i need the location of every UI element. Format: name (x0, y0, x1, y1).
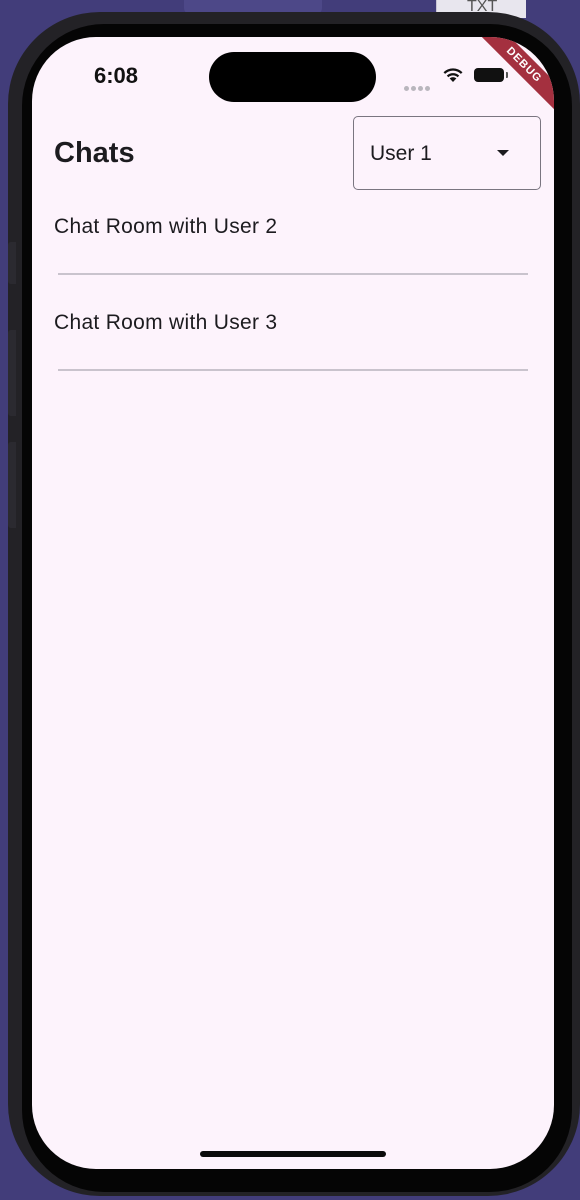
wifi-icon (443, 68, 463, 82)
volume-up-button (8, 330, 16, 416)
chat-room-label: Chat Room with User 2 (54, 215, 278, 238)
battery-icon (474, 68, 508, 82)
chat-room-label: Chat Room with User 3 (54, 311, 278, 334)
mute-switch (8, 242, 16, 284)
home-indicator[interactable] (200, 1151, 386, 1157)
dropdown-arrow-icon (497, 150, 509, 156)
volume-down-button (8, 442, 16, 528)
chat-list-item[interactable]: Chat Room with User 2 (32, 199, 554, 295)
dynamic-island (209, 52, 376, 102)
app-screen: 6:08 DEBUG Chats User 1 Chat Room with U… (32, 37, 554, 1169)
chat-list-item[interactable]: Chat Room with User 3 (32, 295, 554, 391)
chat-list: Chat Room with User 2 Chat Room with Use… (32, 199, 554, 391)
user-dropdown-value: User 1 (370, 142, 432, 165)
status-time: 6:08 (94, 63, 139, 88)
divider (58, 369, 528, 371)
page-title: Chats (54, 137, 135, 169)
user-dropdown[interactable]: User 1 (353, 116, 541, 190)
status-icons (404, 65, 524, 91)
cellular-signal-icon (404, 78, 432, 96)
divider (58, 273, 528, 275)
